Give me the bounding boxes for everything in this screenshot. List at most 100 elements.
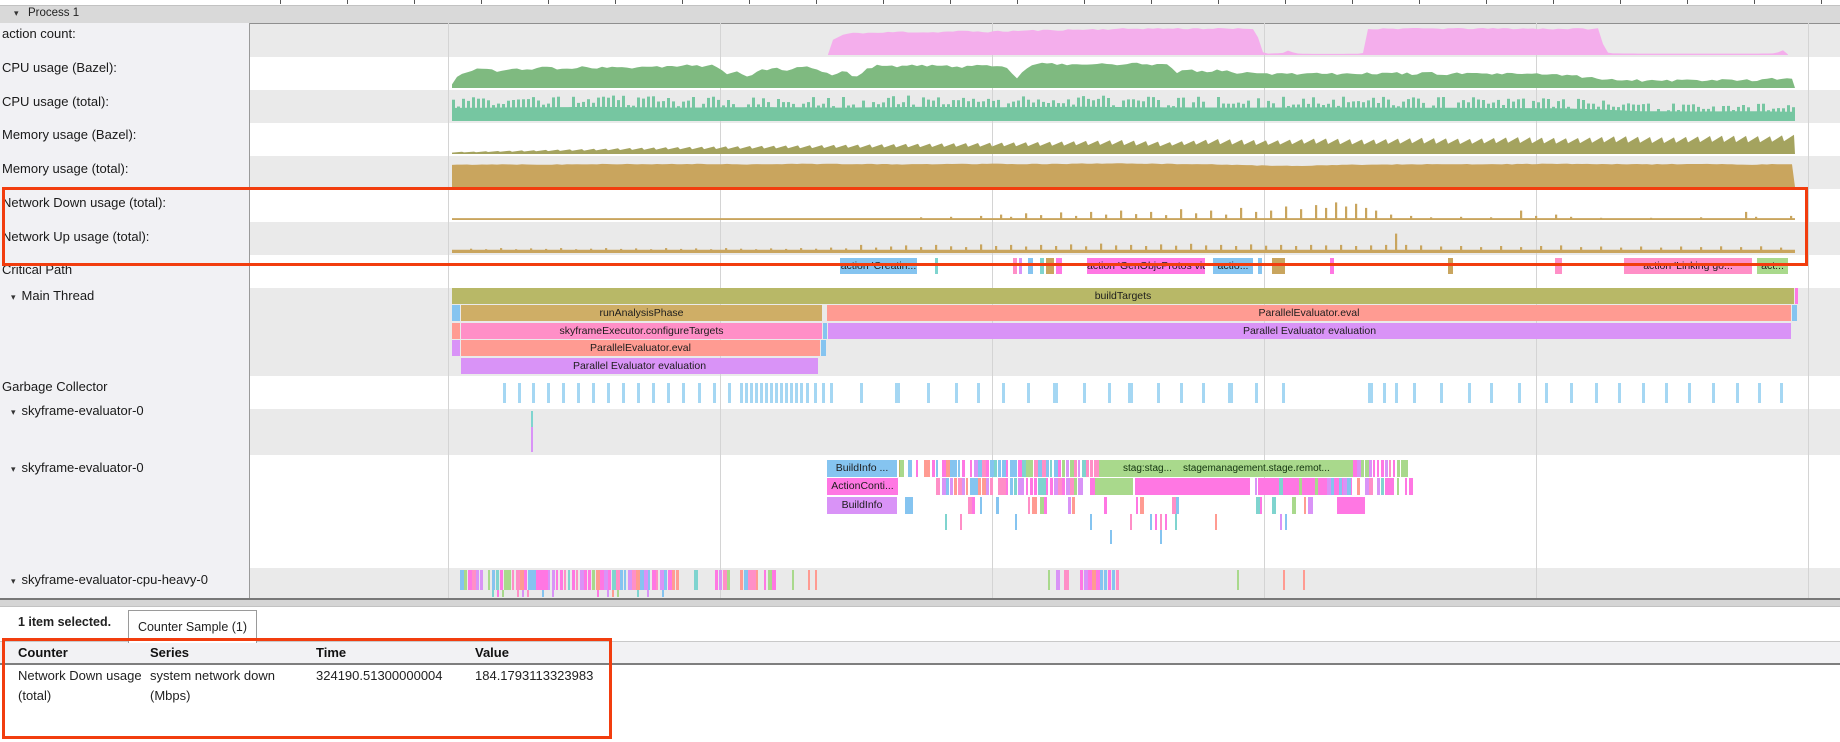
slice-sliver — [1389, 460, 1391, 477]
slice-unlabeled[interactable] — [1795, 288, 1798, 304]
ruler-tick — [816, 0, 817, 4]
slice-sliver — [1104, 570, 1107, 590]
slice-sliver — [1373, 460, 1375, 477]
slice-unlabeled[interactable] — [452, 340, 460, 356]
gc-tick — [637, 383, 640, 403]
slice-parallel-evaluator-evaluation[interactable]: Parallel Evaluator evaluation — [461, 358, 818, 374]
slice-buildinfo-[interactable]: BuildInfo ... — [827, 460, 897, 477]
slice-sliver — [932, 460, 935, 477]
gc-tick — [785, 383, 788, 403]
slice-unlabeled[interactable] — [1337, 497, 1365, 514]
slice-sliver — [1030, 478, 1033, 495]
slice-buildtargets[interactable]: buildTargets — [452, 288, 1794, 304]
slice-sliver — [607, 590, 609, 597]
slice-sliver — [1331, 478, 1334, 495]
slice-unlabeled[interactable] — [1135, 478, 1250, 495]
slice-sliver — [1078, 478, 1083, 495]
sidebar-item-skyframe-evaluator-cpu-heavy-0[interactable]: ▾skyframe-evaluator-cpu-heavy-0 — [11, 572, 208, 587]
slice-sliver — [980, 497, 982, 514]
expand-triangle-icon[interactable]: ▾ — [11, 464, 16, 474]
gc-tick — [750, 383, 753, 403]
slice-sliver — [1064, 570, 1069, 590]
slice-unlabeled[interactable] — [1093, 478, 1133, 495]
slice-sliver — [664, 570, 667, 590]
counter-chart-memory-usage-total-[interactable] — [250, 158, 1840, 187]
slice-unlabeled[interactable] — [452, 323, 460, 339]
track-label-text: skyframe-evaluator-0 — [22, 403, 144, 418]
slice-sliver — [592, 570, 595, 590]
gc-tick — [547, 383, 550, 403]
slice-parallelevaluator-eval[interactable]: ParallelEvaluator.eval — [461, 340, 820, 356]
track-label-text: Garbage Collector — [2, 379, 108, 394]
sidebar-item-garbage-collector[interactable]: Garbage Collector — [2, 379, 108, 394]
counter-chart-action-count[interactable] — [250, 26, 1840, 55]
slice-buildinfo[interactable]: BuildInfo — [827, 497, 897, 514]
slice-unlabeled[interactable] — [1258, 478, 1352, 495]
slice-sliver — [1074, 478, 1077, 495]
slice-unlabeled[interactable] — [823, 323, 827, 339]
slice-sliver — [1032, 497, 1037, 514]
slice-unlabeled[interactable] — [808, 570, 810, 590]
counter-chart-memory-usage-bazel-[interactable] — [250, 125, 1840, 154]
slice-sliver — [1108, 570, 1111, 590]
slice-sliver — [496, 570, 499, 590]
slice-parallel-evaluator-evaluation[interactable]: Parallel Evaluator evaluation — [828, 323, 1791, 339]
slice-sliver — [1044, 497, 1047, 514]
slice-parallelevaluator-eval[interactable]: ParallelEvaluator.eval — [827, 305, 1791, 321]
sidebar-item-action-count[interactable]: action count: — [2, 26, 76, 41]
sidebar-item-skyframe-evaluator-0[interactable]: ▾ skyframe-evaluator-0 — [11, 403, 144, 418]
slice-unlabeled[interactable] — [1237, 570, 1239, 590]
slice-sliver — [1339, 478, 1342, 495]
gc-tick — [1780, 383, 1783, 403]
slice-actionconti-[interactable]: ActionConti... — [827, 478, 898, 495]
slice-unlabeled[interactable]: stag:stag...stagemanagement.stage.remot.… — [1095, 460, 1353, 477]
gc-tick — [682, 383, 685, 403]
counter-chart-cpu-usage-bazel-[interactable] — [250, 59, 1840, 88]
slice-sliver — [480, 570, 483, 590]
gc-tick — [1758, 383, 1761, 403]
slice-skyframeexecutor-configuretargets[interactable]: skyframeExecutor.configureTargets — [461, 323, 822, 339]
slice-unlabeled[interactable] — [905, 497, 913, 514]
slice-sliver — [552, 570, 555, 590]
sidebar-item-cpu-usage-bazel[interactable]: CPU usage (Bazel): — [2, 60, 117, 75]
sidebar-item-main-thread[interactable]: ▾ Main Thread — [11, 288, 94, 303]
counter-chart-cpu-usage-total-[interactable] — [250, 92, 1840, 121]
sidebar-item-memory-usage-total[interactable]: Memory usage (total): — [2, 161, 128, 176]
sidebar-item-memory-usage-bazel[interactable]: Memory usage (Bazel): — [2, 127, 136, 142]
slice-sliver — [552, 590, 554, 597]
sidebar-item-skyframe-evaluator-0[interactable]: ▾skyframe-evaluator-0 — [11, 460, 144, 475]
slice-unlabeled[interactable] — [1792, 305, 1797, 321]
slice-sliver — [1304, 497, 1306, 514]
gc-tick — [755, 383, 758, 403]
slice-sliver — [1056, 570, 1060, 590]
slice-sliver — [972, 497, 975, 514]
slice-unlabeled[interactable] — [452, 305, 460, 321]
slice-sliver — [1100, 570, 1103, 590]
ruler-tick — [1754, 0, 1755, 4]
slice-sliver — [1393, 460, 1395, 477]
gc-tick — [1180, 383, 1183, 403]
slice-sliver — [476, 570, 479, 590]
sidebar-item-cpu-usage-total[interactable]: CPU usage (total): — [2, 94, 109, 109]
track-label-text: Main Thread — [22, 288, 95, 303]
slice-unlabeled[interactable] — [1283, 570, 1285, 590]
slice-sliver — [1215, 514, 1217, 530]
slice-unlabeled[interactable] — [792, 570, 794, 590]
expand-triangle-icon[interactable]: ▾ — [11, 292, 16, 302]
expand-triangle-icon[interactable]: ▾ — [11, 576, 16, 586]
ruler-tick — [1553, 0, 1554, 4]
gc-tick — [740, 383, 743, 403]
slice-unlabeled[interactable] — [815, 570, 817, 590]
slice-sliver — [1026, 478, 1028, 495]
gc-tick — [775, 383, 778, 403]
gc-tick — [1108, 383, 1111, 403]
slice-sliver — [1062, 460, 1065, 477]
gc-tick — [1712, 383, 1715, 403]
gc-tick — [667, 383, 670, 403]
slice-sliver — [1014, 478, 1017, 495]
slice-runanalysisphase[interactable]: runAnalysisPhase — [461, 305, 822, 321]
slice-unlabeled[interactable] — [821, 340, 826, 356]
expand-triangle-icon[interactable]: ▾ — [11, 407, 16, 417]
process-header-bar[interactable]: ▾ Process 1 — [0, 5, 1840, 24]
slice-unlabeled[interactable] — [1303, 570, 1305, 590]
